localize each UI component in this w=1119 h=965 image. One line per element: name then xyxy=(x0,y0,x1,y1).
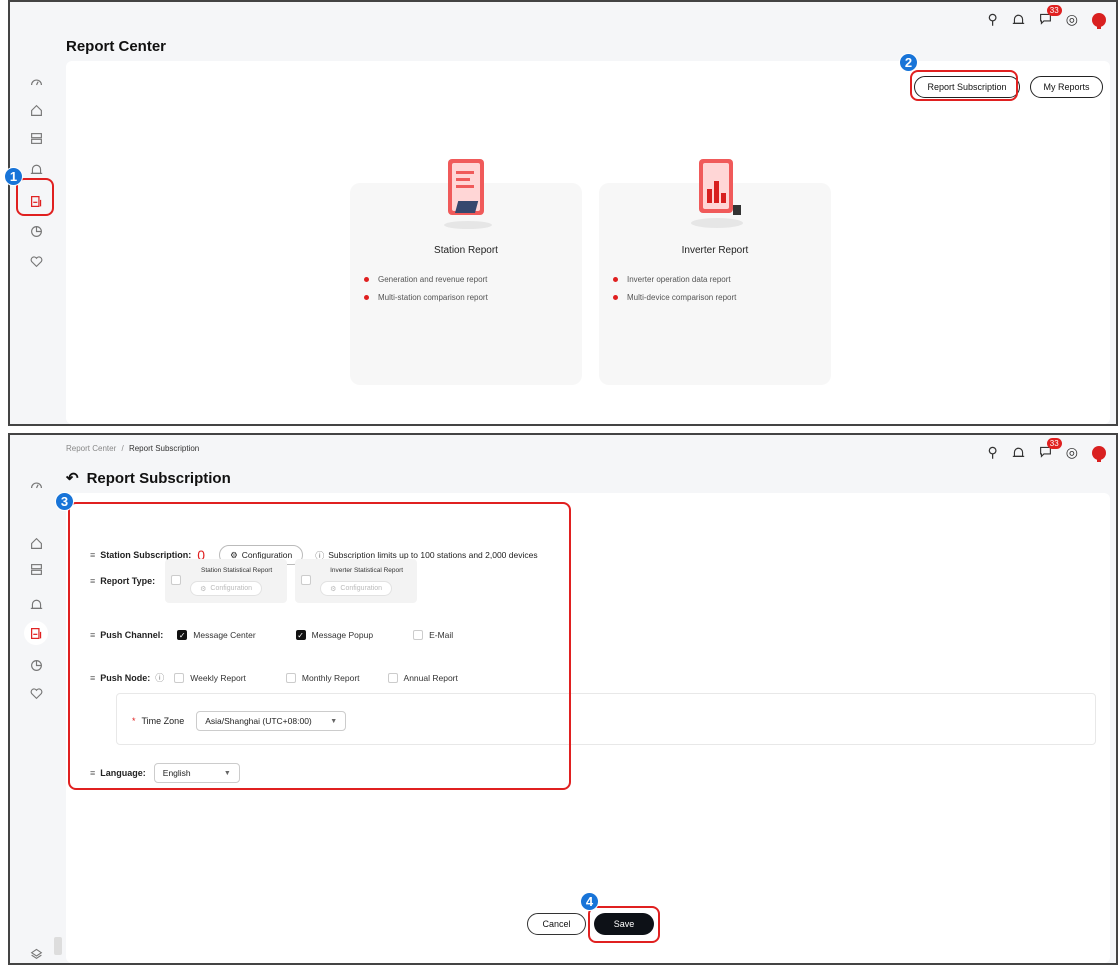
report-icon[interactable] xyxy=(24,621,48,645)
station-report-illustration xyxy=(444,159,492,229)
avatar[interactable] xyxy=(1092,445,1106,462)
annotation-highlight-1 xyxy=(16,178,54,216)
device-list-icon[interactable] xyxy=(26,128,46,148)
health-icon[interactable] xyxy=(26,251,46,271)
device-list-icon[interactable] xyxy=(26,559,46,579)
globe-icon[interactable]: ◎ xyxy=(1066,11,1078,28)
collapse-handle[interactable] xyxy=(54,937,62,955)
breadcrumb-parent[interactable]: Report Center xyxy=(66,444,116,453)
step-badge-1: 1 xyxy=(4,167,23,186)
annotation-highlight-2 xyxy=(910,70,1018,101)
step-badge-3: 3 xyxy=(55,492,74,511)
layers-icon[interactable] xyxy=(26,943,46,963)
page-title-row: ↶ Report Subscription xyxy=(66,469,231,488)
globe-icon[interactable]: ◎ xyxy=(1066,444,1078,461)
feature-list: Inverter operation data report Multi-dev… xyxy=(613,275,736,311)
alarm-bell-icon[interactable] xyxy=(1012,12,1025,28)
search-icon[interactable]: ⚲ xyxy=(988,11,998,28)
notification-badge: 33 xyxy=(1046,437,1062,449)
list-item: Multi-device comparison report xyxy=(613,293,736,302)
notification-badge: 33 xyxy=(1046,4,1062,16)
top-toolbar: ⚲ 33 ◎ xyxy=(988,4,1106,29)
analytics-icon[interactable] xyxy=(26,655,46,675)
home-icon[interactable] xyxy=(26,100,46,120)
breadcrumb-separator: / xyxy=(121,444,124,453)
breadcrumb-current: Report Subscription xyxy=(128,444,200,453)
list-item: Multi-station comparison report xyxy=(364,293,488,302)
analytics-icon[interactable] xyxy=(26,221,46,241)
alarm-icon[interactable] xyxy=(26,593,46,613)
annotation-highlight-4 xyxy=(588,906,660,943)
page-title: Report Subscription xyxy=(86,469,231,487)
alarm-icon[interactable] xyxy=(26,158,46,178)
card-title: Station Report xyxy=(434,245,498,256)
top-toolbar: ⚲ 33 ◎ xyxy=(988,437,1106,462)
list-item: Generation and revenue report xyxy=(364,275,488,284)
inverter-report-card[interactable]: Inverter Report Inverter operation data … xyxy=(599,159,831,385)
search-icon[interactable]: ⚲ xyxy=(988,444,998,461)
report-center-panel: ⚲ 33 ◎ Report Center Report Subscription… xyxy=(8,0,1118,426)
page-title: Report Center xyxy=(66,38,167,55)
breadcrumb: Report Center / Report Subscription xyxy=(66,444,199,453)
annotation-highlight-3 xyxy=(68,502,571,790)
inverter-report-illustration xyxy=(691,159,743,228)
station-report-card[interactable]: Station Report Generation and revenue re… xyxy=(350,159,582,385)
message-icon[interactable]: 33 xyxy=(1039,4,1062,28)
cancel-button[interactable]: Cancel xyxy=(527,913,586,935)
back-icon[interactable]: ↶ xyxy=(66,469,79,487)
home-icon[interactable] xyxy=(26,533,46,553)
message-icon[interactable]: 33 xyxy=(1039,437,1062,461)
alarm-bell-icon[interactable] xyxy=(1012,445,1025,461)
report-center-content: Report Subscription My Reports Station R… xyxy=(66,61,1110,424)
list-item: Inverter operation data report xyxy=(613,275,736,284)
health-icon[interactable] xyxy=(26,683,46,703)
dashboard-icon[interactable] xyxy=(26,72,46,92)
avatar[interactable] xyxy=(1092,12,1106,29)
dashboard-icon[interactable] xyxy=(26,475,46,495)
card-title: Inverter Report xyxy=(681,245,749,256)
step-badge-4: 4 xyxy=(580,892,599,911)
sidebar-rail xyxy=(10,435,60,963)
my-reports-button[interactable]: My Reports xyxy=(1030,76,1103,98)
step-badge-2: 2 xyxy=(899,53,918,72)
feature-list: Generation and revenue report Multi-stat… xyxy=(364,275,488,311)
